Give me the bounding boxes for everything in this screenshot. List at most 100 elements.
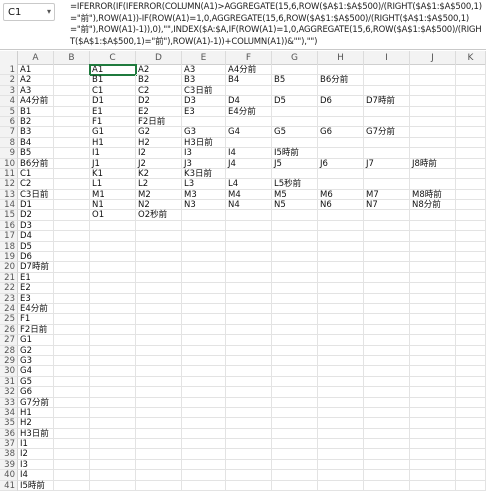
cell-c2[interactable]: B1	[90, 75, 136, 86]
cell-d41[interactable]	[136, 480, 182, 492]
cell-a22[interactable]: E2	[18, 283, 54, 294]
cell-e40[interactable]	[182, 470, 226, 481]
row-header[interactable]: 23	[0, 293, 18, 304]
cell-b30[interactable]	[54, 366, 90, 377]
cell-e29[interactable]	[182, 355, 226, 367]
cell-e5[interactable]: E3	[182, 106, 226, 117]
cell-k40[interactable]	[456, 470, 486, 481]
cell-f4[interactable]: D4	[226, 96, 272, 107]
cell-a27[interactable]: G1	[18, 335, 54, 346]
cell-g14[interactable]: N5	[272, 200, 318, 211]
cell-i29[interactable]	[364, 355, 410, 367]
cell-a33[interactable]: G7分前	[18, 397, 54, 408]
cell-i33[interactable]	[364, 397, 410, 408]
row-header[interactable]: 21	[0, 272, 18, 284]
cell-c13[interactable]: M1	[90, 189, 136, 201]
cell-i2[interactable]	[364, 75, 410, 86]
cell-b39[interactable]	[54, 459, 90, 471]
row-header[interactable]: 12	[0, 179, 18, 190]
row-header[interactable]: 33	[0, 397, 18, 408]
cell-j35[interactable]	[410, 418, 456, 429]
cell-i20[interactable]	[364, 262, 410, 273]
cell-i35[interactable]	[364, 418, 410, 429]
row-header[interactable]: 3	[0, 85, 18, 97]
cell-j8[interactable]	[410, 137, 456, 149]
cell-f31[interactable]	[226, 376, 272, 388]
cell-g28[interactable]	[272, 345, 318, 356]
cell-i26[interactable]	[364, 324, 410, 336]
cell-b32[interactable]	[54, 387, 90, 398]
cell-c15[interactable]: O1	[90, 210, 136, 221]
cell-a26[interactable]: F2日前	[18, 324, 54, 336]
cell-e39[interactable]	[182, 459, 226, 471]
cell-a14[interactable]: D1	[18, 200, 54, 211]
cell-d27[interactable]	[136, 335, 182, 346]
cell-k6[interactable]	[456, 116, 486, 128]
cell-d17[interactable]	[136, 231, 182, 242]
row-header[interactable]: 39	[0, 459, 18, 471]
cell-c38[interactable]	[90, 449, 136, 460]
cell-e32[interactable]	[182, 387, 226, 398]
cell-i28[interactable]	[364, 345, 410, 356]
cell-e35[interactable]	[182, 418, 226, 429]
cell-i1[interactable]	[364, 65, 410, 76]
cell-k10[interactable]	[456, 158, 486, 169]
cell-k38[interactable]	[456, 449, 486, 460]
cell-a19[interactable]: D6	[18, 252, 54, 263]
cell-h11[interactable]	[318, 168, 364, 180]
cell-d10[interactable]: J2	[136, 158, 182, 169]
cell-c7[interactable]: G1	[90, 127, 136, 138]
cell-e1[interactable]: A3	[182, 65, 226, 76]
cell-d5[interactable]: E2	[136, 106, 182, 117]
cell-f32[interactable]	[226, 387, 272, 398]
row-header[interactable]: 16	[0, 220, 18, 232]
cell-k32[interactable]	[456, 387, 486, 398]
cell-e27[interactable]	[182, 335, 226, 346]
row-header[interactable]: 35	[0, 418, 18, 429]
cell-f37[interactable]	[226, 439, 272, 450]
row-header[interactable]: 29	[0, 355, 18, 367]
cell-g35[interactable]	[272, 418, 318, 429]
cell-h28[interactable]	[318, 345, 364, 356]
cell-f3[interactable]	[226, 85, 272, 97]
cell-h33[interactable]	[318, 397, 364, 408]
cell-d34[interactable]	[136, 407, 182, 419]
cell-h8[interactable]	[318, 137, 364, 149]
cell-k26[interactable]	[456, 324, 486, 336]
cell-i7[interactable]: G7分前	[364, 127, 410, 138]
cell-k33[interactable]	[456, 397, 486, 408]
cell-e16[interactable]	[182, 220, 226, 232]
cell-b7[interactable]	[54, 127, 90, 138]
cell-j39[interactable]	[410, 459, 456, 471]
cell-a13[interactable]: C3日前	[18, 189, 54, 201]
cell-h23[interactable]	[318, 293, 364, 304]
cell-j38[interactable]	[410, 449, 456, 460]
cell-a15[interactable]: D2	[18, 210, 54, 221]
cell-c6[interactable]: F1	[90, 116, 136, 128]
cell-f20[interactable]	[226, 262, 272, 273]
row-header[interactable]: 13	[0, 189, 18, 201]
cell-d35[interactable]	[136, 418, 182, 429]
cell-f18[interactable]	[226, 241, 272, 253]
cell-d31[interactable]	[136, 376, 182, 388]
cell-e36[interactable]	[182, 428, 226, 440]
cell-d38[interactable]	[136, 449, 182, 460]
cell-i17[interactable]	[364, 231, 410, 242]
cell-c22[interactable]	[90, 283, 136, 294]
cell-b4[interactable]	[54, 96, 90, 107]
cell-b10[interactable]	[54, 158, 90, 169]
cell-g4[interactable]: D5	[272, 96, 318, 107]
cell-a38[interactable]: I2	[18, 449, 54, 460]
cell-f27[interactable]	[226, 335, 272, 346]
cell-e21[interactable]	[182, 272, 226, 284]
cell-d11[interactable]: K2	[136, 168, 182, 180]
cell-k39[interactable]	[456, 459, 486, 471]
cell-g8[interactable]	[272, 137, 318, 149]
cell-f35[interactable]	[226, 418, 272, 429]
cell-i30[interactable]	[364, 366, 410, 377]
cell-d32[interactable]	[136, 387, 182, 398]
row-header[interactable]: 20	[0, 262, 18, 273]
cell-b34[interactable]	[54, 407, 90, 419]
cell-j28[interactable]	[410, 345, 456, 356]
row-header[interactable]: 24	[0, 303, 18, 315]
